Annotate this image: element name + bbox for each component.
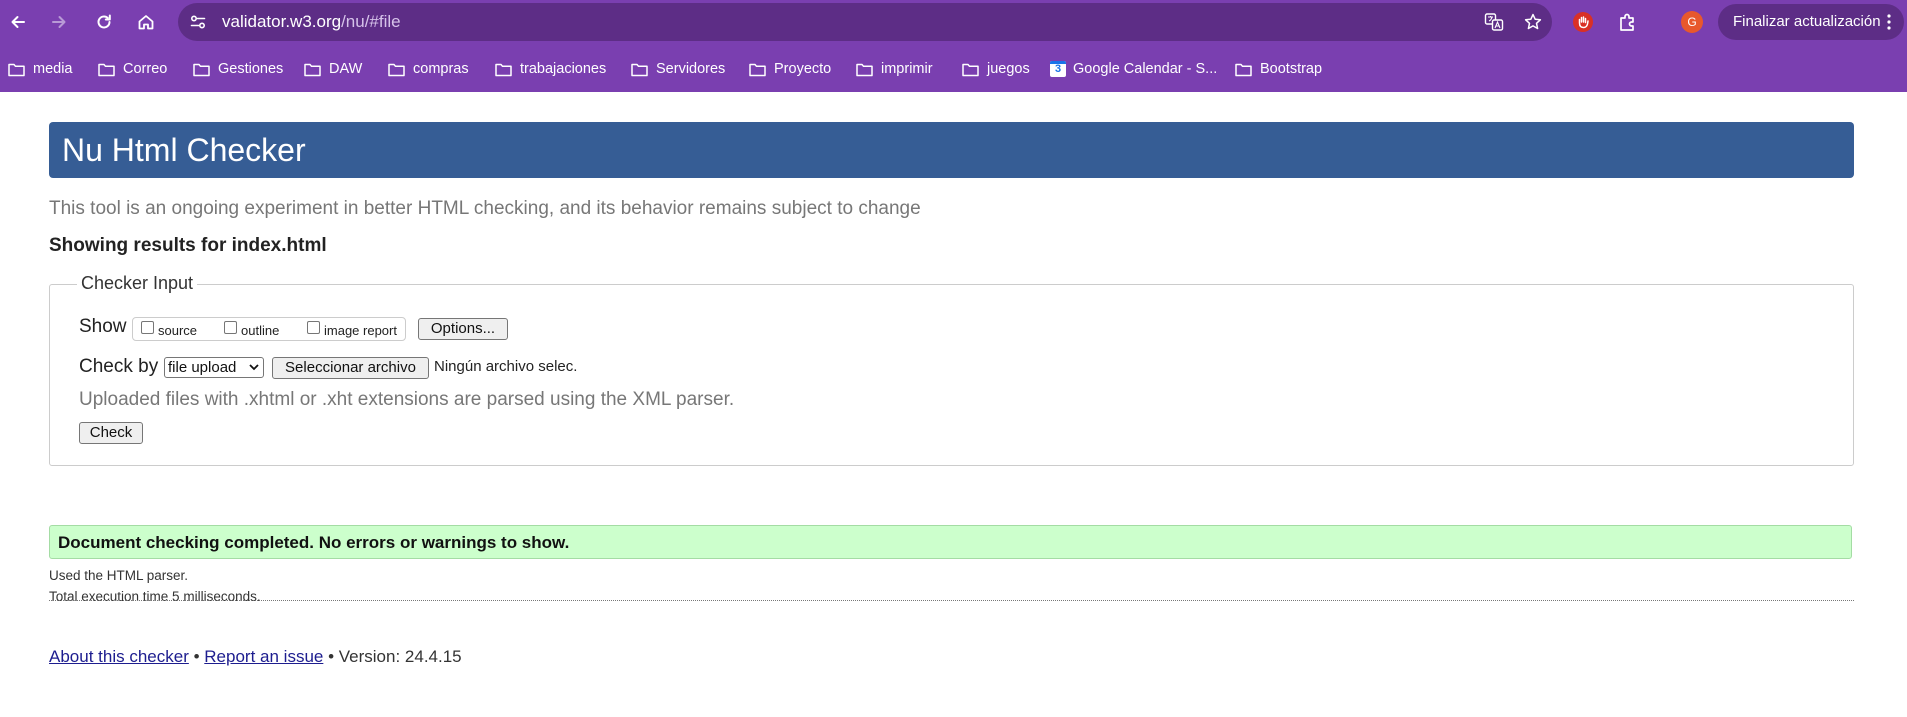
choose-file-button[interactable]: Seleccionar archivo (272, 357, 429, 379)
folder-icon (193, 63, 210, 76)
folder-icon (495, 63, 512, 76)
folder-icon (8, 63, 25, 76)
folder-icon (856, 63, 873, 76)
options-button[interactable]: Options... (418, 318, 508, 340)
site-settings-icon[interactable] (188, 12, 208, 32)
bookmark-google-calendar[interactable]: 3 Google Calendar - S... (1050, 58, 1217, 80)
folder-icon (962, 63, 979, 76)
results-heading: Showing results for index.html (49, 235, 327, 256)
bookmark-trabajaciones[interactable]: trabajaciones (495, 58, 606, 80)
parser-note: Used the HTML parser. (49, 568, 189, 583)
profile-avatar[interactable]: G (1681, 11, 1703, 33)
forward-button[interactable] (47, 10, 71, 34)
footer: About this checker • Report an issue • V… (49, 647, 462, 667)
show-outline-option[interactable]: outline (224, 320, 279, 338)
arrow-left-icon (11, 16, 25, 28)
bookmark-proyecto[interactable]: Proyecto (749, 58, 831, 80)
reload-icon (97, 14, 111, 29)
translate-icon[interactable] (1484, 12, 1504, 32)
checker-input-fieldset: Checker Input Show source outline image … (49, 273, 1854, 466)
checker-input-legend: Checker Input (77, 273, 198, 294)
back-button[interactable] (6, 10, 30, 34)
calendar-icon: 3 (1050, 61, 1066, 77)
bookmarks-bar: media Correo Gestiones DAW compras traba… (0, 44, 1907, 92)
outline-checkbox[interactable] (224, 321, 237, 334)
bookmark-servidores[interactable]: Servidores (631, 58, 725, 80)
reload-button[interactable] (92, 10, 116, 34)
bookmark-bootstrap[interactable]: Bootstrap (1235, 58, 1322, 80)
footer-separator: • (193, 647, 200, 666)
check-by-select[interactable]: file upload (164, 357, 264, 378)
check-button[interactable]: Check (79, 422, 143, 444)
show-label: Show (79, 316, 127, 337)
show-options-group: source outline image report (132, 317, 406, 341)
address-bar[interactable]: validator.w3.org/nu/#file (178, 3, 1552, 41)
success-message-box: Document checking completed. No errors o… (49, 525, 1852, 559)
bookmark-star-icon[interactable] (1523, 12, 1543, 32)
extension-hand-icon[interactable] (1571, 10, 1595, 34)
success-message: Document checking completed. No errors o… (58, 533, 570, 552)
bookmark-gestiones[interactable]: Gestiones (193, 58, 283, 80)
folder-icon (304, 63, 321, 76)
source-checkbox[interactable] (141, 321, 154, 334)
show-image-report-option[interactable]: image report (307, 320, 397, 338)
folder-icon (1235, 63, 1252, 76)
kebab-menu-icon[interactable] (1886, 13, 1892, 31)
update-button[interactable]: Finalizar actualización (1718, 4, 1904, 40)
bookmark-media[interactable]: media (8, 58, 73, 80)
extensions-puzzle-icon[interactable] (1616, 10, 1640, 34)
divider (49, 600, 1854, 601)
arrow-right-icon (52, 16, 66, 28)
intro-text: This tool is an ongoing experiment in be… (49, 198, 921, 219)
home-icon (138, 15, 154, 30)
chevron-down-icon (249, 364, 259, 371)
page-content: Nu Html Checker This tool is an ongoing … (0, 92, 1907, 717)
update-button-label: Finalizar actualización (1733, 13, 1881, 30)
bookmark-correo[interactable]: Correo (98, 58, 167, 80)
folder-icon (98, 63, 115, 76)
xml-parser-note: Uploaded files with .xhtml or .xht exten… (79, 389, 735, 410)
check-by-label: Check by (79, 356, 159, 377)
page-title: Nu Html Checker (62, 132, 306, 168)
bookmark-imprimir[interactable]: imprimir (856, 58, 933, 80)
folder-icon (749, 63, 766, 76)
show-source-option[interactable]: source (141, 320, 197, 338)
bookmark-juegos[interactable]: juegos (962, 58, 1030, 80)
bookmark-daw[interactable]: DAW (304, 58, 362, 80)
image-report-checkbox[interactable] (307, 321, 320, 334)
report-issue-link[interactable]: Report an issue (204, 647, 323, 666)
home-button[interactable] (134, 10, 158, 34)
bookmark-compras[interactable]: compras (388, 58, 469, 80)
about-checker-link[interactable]: About this checker (49, 647, 189, 666)
browser-toolbar: validator.w3.org/nu/#file G Finalizar ac… (0, 0, 1907, 44)
folder-icon (631, 63, 648, 76)
title-banner: Nu Html Checker (49, 122, 1854, 178)
execution-time-note: Total execution time 5 milliseconds. (49, 589, 261, 604)
version-text: • Version: 24.4.15 (328, 647, 462, 666)
folder-icon (388, 63, 405, 76)
url-text[interactable]: validator.w3.org/nu/#file (222, 12, 401, 32)
file-status-text: Ningún archivo selec. (434, 358, 578, 375)
